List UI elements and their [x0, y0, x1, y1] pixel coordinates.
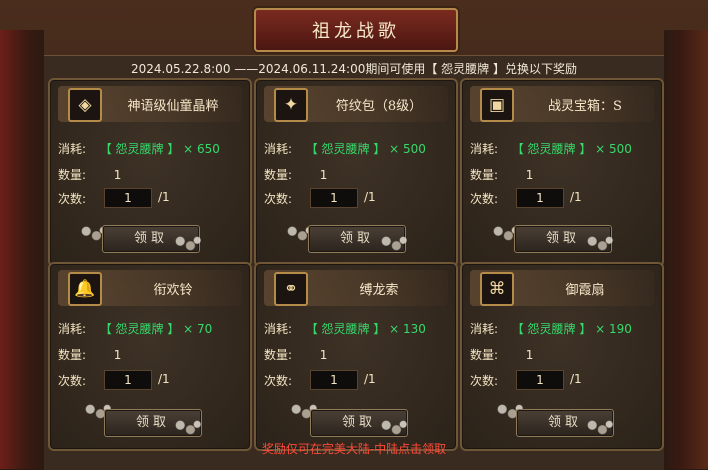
card-header: ⚭ 缚龙索 — [264, 270, 448, 306]
cost-label: 消耗: — [58, 142, 87, 156]
period-text: 2024.05.22.8:00 ——2024.06.11.24:00期间可使用【… — [130, 62, 578, 76]
count-row: 数量: 1 — [264, 166, 327, 183]
times-label: 次数: — [58, 374, 87, 388]
count-label: 数量: — [264, 348, 293, 362]
times-input[interactable]: 1 — [516, 188, 564, 208]
cost-label: 消耗: — [470, 322, 499, 336]
cost-label: 消耗: — [470, 142, 499, 156]
card-title: 战灵宝箱：S — [548, 99, 622, 114]
count-row: 数量: 1 — [58, 346, 121, 363]
cost-value: 【 怨灵腰牌 】 × 650 — [99, 142, 220, 156]
count-row: 数量: 1 — [470, 166, 533, 183]
times-label: 次数: — [264, 374, 293, 388]
cost-row: 消耗: 【 怨灵腰牌 】 × 190 — [470, 320, 632, 337]
count-value: 1 — [319, 348, 328, 362]
count-label: 数量: — [470, 168, 499, 182]
card-header: ◈ 神语级仙童晶粹 — [58, 86, 242, 122]
card-title: 御霞扇 — [565, 283, 605, 298]
times-max: /1 — [570, 372, 582, 386]
cost-row: 消耗: 【 怨灵腰牌 】 × 500 — [470, 140, 632, 157]
treasure-chest-icon[interactable]: ▣ — [480, 88, 514, 122]
flower-decoration — [582, 234, 616, 252]
reward-card-1: ◈ 神语级仙童晶粹 消耗: 【 怨灵腰牌 】 × 650 数量: 1 次数: 1… — [48, 78, 252, 267]
card-title: 缚龙索 — [359, 283, 399, 298]
cost-value: 【 怨灵腰牌 】 × 500 — [511, 142, 632, 156]
cost-label: 消耗: — [264, 322, 293, 336]
times-row: 次数: — [264, 190, 292, 207]
times-row: 次数: — [264, 372, 292, 389]
flower-decoration — [170, 418, 204, 436]
rope-icon[interactable]: ⚭ — [274, 272, 308, 306]
rune-bag-icon[interactable]: ✦ — [274, 88, 308, 122]
count-value: 1 — [113, 348, 122, 362]
reward-card-4: 🔔 衔欢铃 消耗: 【 怨灵腰牌 】 × 70 数量: 1 次数: 1 /1 领… — [48, 262, 252, 451]
times-label: 次数: — [470, 192, 499, 206]
cost-value: 【 怨灵腰牌 】 × 190 — [511, 322, 632, 336]
card-title: 衔欢铃 — [153, 283, 193, 298]
count-row: 数量: 1 — [58, 166, 121, 183]
times-max: /1 — [158, 190, 170, 204]
times-input[interactable]: 1 — [516, 370, 564, 390]
page-title: 祖龙战歌 — [312, 21, 400, 42]
cost-label: 消耗: — [58, 322, 87, 336]
footer-notice: 奖励仅可在完美大陆-中陆点击领取 — [261, 442, 447, 456]
count-value: 1 — [525, 348, 534, 362]
left-decoration — [0, 30, 44, 469]
cost-row: 消耗: 【 怨灵腰牌 】 × 70 — [58, 320, 212, 337]
reward-card-5: ⚭ 缚龙索 消耗: 【 怨灵腰牌 】 × 130 数量: 1 次数: 1 /1 … — [254, 262, 458, 451]
times-max: /1 — [364, 372, 376, 386]
count-row: 数量: 1 — [470, 346, 533, 363]
card-title: 符纹包（8级） — [335, 99, 423, 114]
times-row: 次数: — [470, 372, 498, 389]
card-header: ▣ 战灵宝箱：S — [470, 86, 654, 122]
right-decoration — [664, 30, 708, 469]
count-label: 数量: — [58, 168, 87, 182]
fan-icon[interactable]: ⌘ — [480, 272, 514, 306]
times-input[interactable]: 1 — [310, 188, 358, 208]
times-max: /1 — [158, 372, 170, 386]
card-title: 神语级仙童晶粹 — [127, 99, 219, 114]
times-row: 次数: — [470, 190, 498, 207]
title-plate: 祖龙战歌 — [254, 8, 458, 52]
count-value: 1 — [319, 168, 328, 182]
times-max: /1 — [570, 190, 582, 204]
reward-card-6: ⌘ 御霞扇 消耗: 【 怨灵腰牌 】 × 190 数量: 1 次数: 1 /1 … — [460, 262, 664, 451]
crystal-item-icon[interactable]: ◈ — [68, 88, 102, 122]
count-label: 数量: — [470, 348, 499, 362]
card-header: ⌘ 御霞扇 — [470, 270, 654, 306]
count-label: 数量: — [58, 348, 87, 362]
count-value: 1 — [525, 168, 534, 182]
card-header: ✦ 符纹包（8级） — [264, 86, 448, 122]
times-label: 次数: — [264, 192, 293, 206]
flower-decoration — [170, 234, 204, 252]
cost-row: 消耗: 【 怨灵腰牌 】 × 500 — [264, 140, 426, 157]
card-header: 🔔 衔欢铃 — [58, 270, 242, 306]
cost-value: 【 怨灵腰牌 】 × 70 — [99, 322, 213, 336]
times-input[interactable]: 1 — [104, 188, 152, 208]
times-row: 次数: — [58, 372, 86, 389]
times-label: 次数: — [58, 192, 87, 206]
times-label: 次数: — [470, 374, 499, 388]
cost-value: 【 怨灵腰牌 】 × 500 — [305, 142, 426, 156]
cost-label: 消耗: — [264, 142, 293, 156]
times-row: 次数: — [58, 190, 86, 207]
times-max: /1 — [364, 190, 376, 204]
times-input[interactable]: 1 — [104, 370, 152, 390]
flower-decoration — [582, 418, 616, 436]
count-label: 数量: — [264, 168, 293, 182]
reward-card-3: ▣ 战灵宝箱：S 消耗: 【 怨灵腰牌 】 × 500 数量: 1 次数: 1 … — [460, 78, 664, 267]
count-value: 1 — [113, 168, 122, 182]
flower-decoration — [376, 234, 410, 252]
cost-row: 消耗: 【 怨灵腰牌 】 × 650 — [58, 140, 220, 157]
times-input[interactable]: 1 — [310, 370, 358, 390]
count-row: 数量: 1 — [264, 346, 327, 363]
cost-row: 消耗: 【 怨灵腰牌 】 × 130 — [264, 320, 426, 337]
reward-card-2: ✦ 符纹包（8级） 消耗: 【 怨灵腰牌 】 × 500 数量: 1 次数: 1… — [254, 78, 458, 267]
cost-value: 【 怨灵腰牌 】 × 130 — [305, 322, 426, 336]
bell-icon[interactable]: 🔔 — [68, 272, 102, 306]
flower-decoration — [376, 418, 410, 436]
